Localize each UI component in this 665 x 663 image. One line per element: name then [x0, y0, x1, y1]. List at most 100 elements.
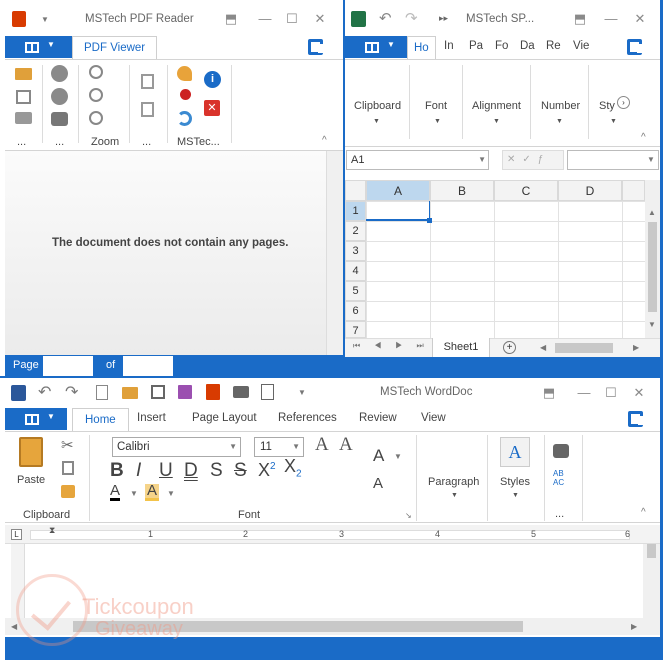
sheet-vertical-scrollbar[interactable]: ▲ ▼	[645, 180, 660, 338]
tab-view[interactable]: Vie	[573, 40, 589, 52]
styles-button[interactable]: Styles	[500, 476, 530, 488]
print-icon[interactable]	[233, 386, 249, 398]
horizontal-ruler[interactable]: L ⧗ 1 2 3 4 5 6	[5, 525, 660, 544]
row-header-7[interactable]: 7	[345, 321, 366, 338]
new-document-icon[interactable]	[96, 385, 108, 400]
close-window-icon[interactable]: ✕	[312, 11, 328, 27]
save-icon[interactable]	[151, 385, 165, 399]
group-alignment[interactable]: Alignment	[472, 100, 521, 112]
shrink-font-icon[interactable]: A	[339, 434, 353, 456]
page-icon[interactable]	[141, 74, 154, 89]
group-number[interactable]: Number	[541, 100, 580, 112]
binoculars-icon[interactable]	[51, 112, 68, 126]
indent-marker-icon[interactable]: ⧗	[49, 525, 55, 536]
copy-icon[interactable]	[62, 461, 74, 475]
sheet-horizontal-scrollbar[interactable]	[555, 343, 613, 353]
export-pdf-icon[interactable]	[206, 384, 220, 400]
group-font[interactable]: Font	[425, 100, 447, 112]
bold-button[interactable]: B	[110, 460, 124, 482]
refresh-icon[interactable]	[177, 111, 192, 126]
collapse-ribbon-icon[interactable]: ^	[322, 135, 327, 146]
double-strikethrough-button[interactable]: S	[234, 460, 247, 482]
styles-icon[interactable]: A	[500, 437, 530, 467]
paste-icon[interactable]	[19, 437, 43, 467]
fill-handle[interactable]	[427, 218, 432, 223]
binoculars-icon[interactable]	[553, 444, 569, 458]
strikethrough-button[interactable]: S	[210, 460, 223, 482]
restore-ribbon-icon[interactable]: ⬒	[572, 11, 588, 27]
excel-app-icon[interactable]	[351, 11, 366, 27]
sheet-nav-buttons[interactable]: ⏮◀▶⏭	[353, 341, 438, 351]
file-menu-button[interactable]: ▼	[345, 36, 407, 58]
cut-icon[interactable]: ✂	[61, 436, 74, 454]
edit-document-icon[interactable]	[178, 385, 192, 399]
more-commands-icon[interactable]: ▸▸	[439, 13, 448, 24]
row-header-5[interactable]: 5	[345, 281, 366, 301]
row-header-1[interactable]: 1	[345, 201, 366, 221]
file-menu-button[interactable]: ▼	[5, 36, 72, 58]
tab-home[interactable]: Home	[72, 408, 129, 432]
scroll-left-icon[interactable]: ◀	[540, 343, 546, 352]
font-name-select[interactable]: Calibri ▼	[112, 437, 241, 457]
restore-ribbon-icon[interactable]: ⬒	[223, 11, 239, 27]
format-painter-icon[interactable]	[61, 485, 75, 498]
info-icon[interactable]: i	[204, 71, 221, 88]
save-icon[interactable]	[141, 102, 154, 117]
file-menu-button[interactable]: ▼	[5, 408, 67, 430]
quick-access-dropdown-icon[interactable]: ▼	[41, 15, 49, 24]
paragraph-group-button[interactable]: Paragraph	[428, 476, 479, 488]
font-size-select[interactable]: 11 ▼	[254, 437, 304, 457]
certificate-icon[interactable]	[180, 89, 191, 100]
row-header-4[interactable]: 4	[345, 261, 366, 281]
tab-formulas[interactable]: Fo	[495, 40, 508, 52]
tab-references[interactable]: References	[278, 412, 337, 424]
zoom-out-icon[interactable]	[89, 65, 103, 79]
superscript-button[interactable]: X2	[258, 460, 276, 481]
tab-insert[interactable]: Insert	[137, 412, 166, 424]
cell-grid[interactable]	[366, 201, 645, 338]
grow-font-icon[interactable]: A	[315, 434, 329, 456]
name-box[interactable]: A1 ▼	[346, 150, 489, 170]
maximize-icon[interactable]: ☐	[284, 11, 300, 27]
zoom-in-icon[interactable]	[89, 88, 103, 102]
zoom-dropdown-icon[interactable]	[89, 111, 103, 125]
arrow-down-icon[interactable]	[51, 88, 68, 105]
collapse-ribbon-icon[interactable]: ^	[641, 132, 646, 143]
tab-review[interactable]: Review	[359, 412, 397, 424]
pdf-app-icon[interactable]	[12, 11, 26, 27]
close-window-icon[interactable]: ✕	[631, 385, 647, 401]
minimize-icon[interactable]: —	[576, 385, 592, 401]
font-color-button[interactable]: A	[110, 483, 121, 501]
tab-view[interactable]: View	[421, 412, 446, 424]
quick-access-dropdown-icon[interactable]: ▼	[298, 388, 306, 397]
tab-page-layout[interactable]: Pa	[469, 40, 483, 52]
restore-ribbon-icon[interactable]: ⬒	[541, 385, 557, 401]
tab-page-layout[interactable]: Page Layout	[192, 412, 257, 424]
collapse-ribbon-icon[interactable]: ^	[641, 507, 646, 518]
print-icon[interactable]	[15, 112, 32, 124]
word-app-icon[interactable]	[11, 385, 26, 401]
open-folder-icon[interactable]	[15, 68, 32, 80]
subscript-button[interactable]: X2	[284, 456, 302, 480]
font-dialog-launcher-icon[interactable]: ↘	[405, 511, 412, 520]
row-header-2[interactable]: 2	[345, 221, 366, 241]
redo-icon[interactable]: ↷	[65, 382, 78, 402]
paste-button[interactable]: Paste	[17, 474, 45, 486]
column-header-e[interactable]	[622, 180, 645, 201]
tab-home[interactable]: Ho	[407, 36, 436, 60]
change-case-icon[interactable]: A	[373, 446, 384, 466]
arrow-up-icon[interactable]	[51, 65, 68, 82]
close-icon[interactable]: ✕	[204, 100, 220, 116]
select-all-corner[interactable]	[345, 180, 366, 201]
column-header-b[interactable]: B	[430, 180, 494, 201]
row-header-6[interactable]: 6	[345, 301, 366, 321]
redo-icon[interactable]: ↷	[405, 9, 418, 27]
undo-icon[interactable]: ↶	[379, 9, 392, 27]
add-sheet-icon[interactable]: +	[503, 341, 516, 354]
scroll-right-icon[interactable]: ▶	[633, 343, 639, 352]
column-header-a[interactable]: A	[366, 180, 430, 201]
page-number-input[interactable]	[43, 356, 93, 376]
key-icon[interactable]	[177, 66, 192, 81]
minimize-icon[interactable]: —	[257, 11, 273, 27]
underline-button[interactable]: U	[159, 460, 173, 482]
